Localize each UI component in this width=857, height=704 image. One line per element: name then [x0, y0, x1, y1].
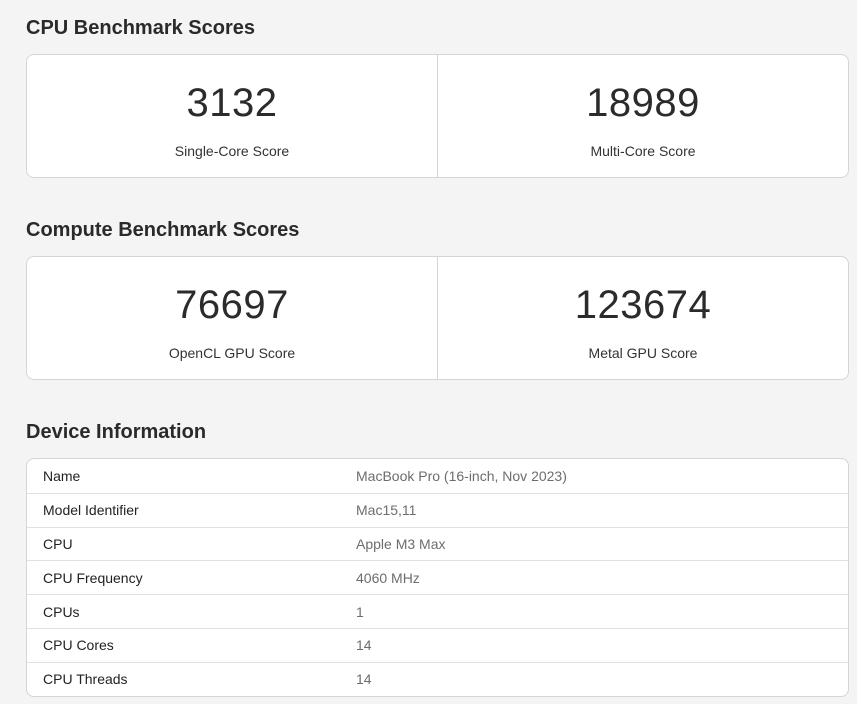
compute-benchmark-title: Compute Benchmark Scores	[26, 219, 300, 241]
row-value-cpu-cores: 14	[356, 637, 372, 654]
row-key-cpu-threads: CPU Threads	[43, 671, 128, 688]
opencl-gpu-score-value: 76697	[175, 283, 289, 327]
row-value-cpu-frequency: 4060 MHz	[356, 569, 420, 586]
row-value-cpu: Apple M3 Max	[356, 535, 446, 552]
row-key-model-identifier: Model Identifier	[43, 502, 139, 519]
device-information-title: Device Information	[26, 421, 207, 443]
single-core-score: 3132 Single-Core Score	[27, 55, 437, 177]
row-key-cpu-cores: CPU Cores	[43, 637, 114, 654]
single-core-score-value: 3132	[186, 81, 278, 125]
metal-gpu-score-label: Metal GPU Score	[588, 345, 698, 361]
metal-gpu-score-value: 123674	[574, 283, 712, 327]
row-value-cpus: 1	[356, 603, 364, 620]
compute-score-card: 76697 OpenCL GPU Score 123674 Metal GPU …	[26, 256, 849, 380]
row-value-name: MacBook Pro (16-inch, Nov 2023)	[356, 467, 567, 484]
opencl-gpu-score-label: OpenCL GPU Score	[168, 345, 296, 361]
table-row: CPU Threads 14	[27, 661, 848, 696]
table-row: CPU Apple M3 Max	[27, 526, 848, 561]
row-key-cpu: CPU	[43, 535, 73, 552]
table-row: Name MacBook Pro (16-inch, Nov 2023)	[27, 459, 848, 493]
opencl-gpu-score: 76697 OpenCL GPU Score	[27, 257, 437, 379]
table-row: CPUs 1	[27, 594, 848, 628]
row-key-name: Name	[43, 467, 81, 484]
multi-core-score-label: Multi-Core Score	[590, 143, 696, 159]
single-core-score-label: Single-Core Score	[174, 143, 290, 159]
metal-gpu-score: 123674 Metal GPU Score	[437, 257, 848, 379]
table-row: CPU Cores 14	[27, 627, 848, 662]
table-row: Model Identifier Mac15,11	[27, 492, 848, 527]
cpu-benchmark-title: CPU Benchmark Scores	[26, 17, 255, 39]
row-key-cpu-frequency: CPU Frequency	[43, 569, 143, 586]
cpu-score-card: 3132 Single-Core Score 18989 Multi-Core …	[26, 54, 849, 178]
row-key-cpus: CPUs	[43, 603, 80, 620]
row-value-model-identifier: Mac15,11	[356, 502, 417, 519]
table-row: CPU Frequency 4060 MHz	[27, 560, 848, 594]
row-value-cpu-threads: 14	[356, 671, 372, 688]
device-information-table: Name MacBook Pro (16-inch, Nov 2023) Mod…	[26, 458, 849, 697]
multi-core-score-value: 18989	[586, 81, 700, 125]
multi-core-score: 18989 Multi-Core Score	[437, 55, 848, 177]
